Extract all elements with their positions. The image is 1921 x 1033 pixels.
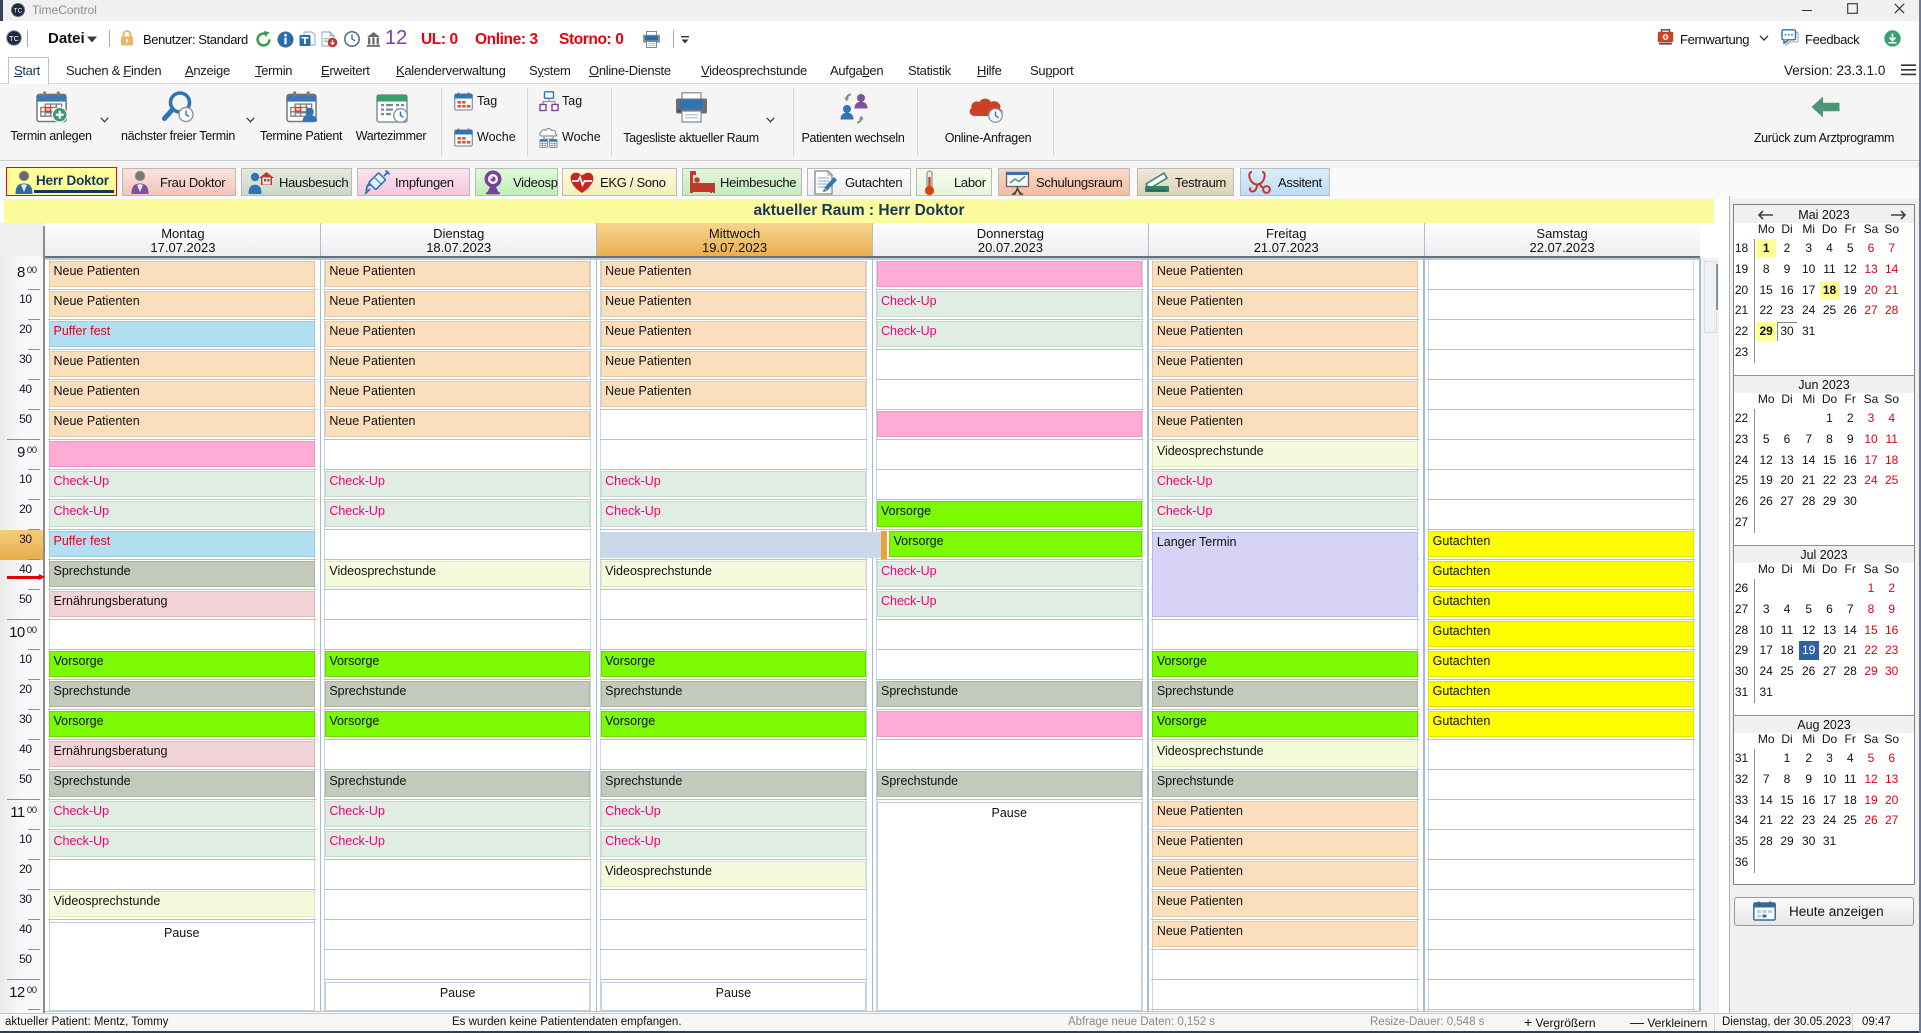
svg-text:TC: TC <box>14 8 23 15</box>
svg-text:TC: TC <box>9 34 20 43</box>
